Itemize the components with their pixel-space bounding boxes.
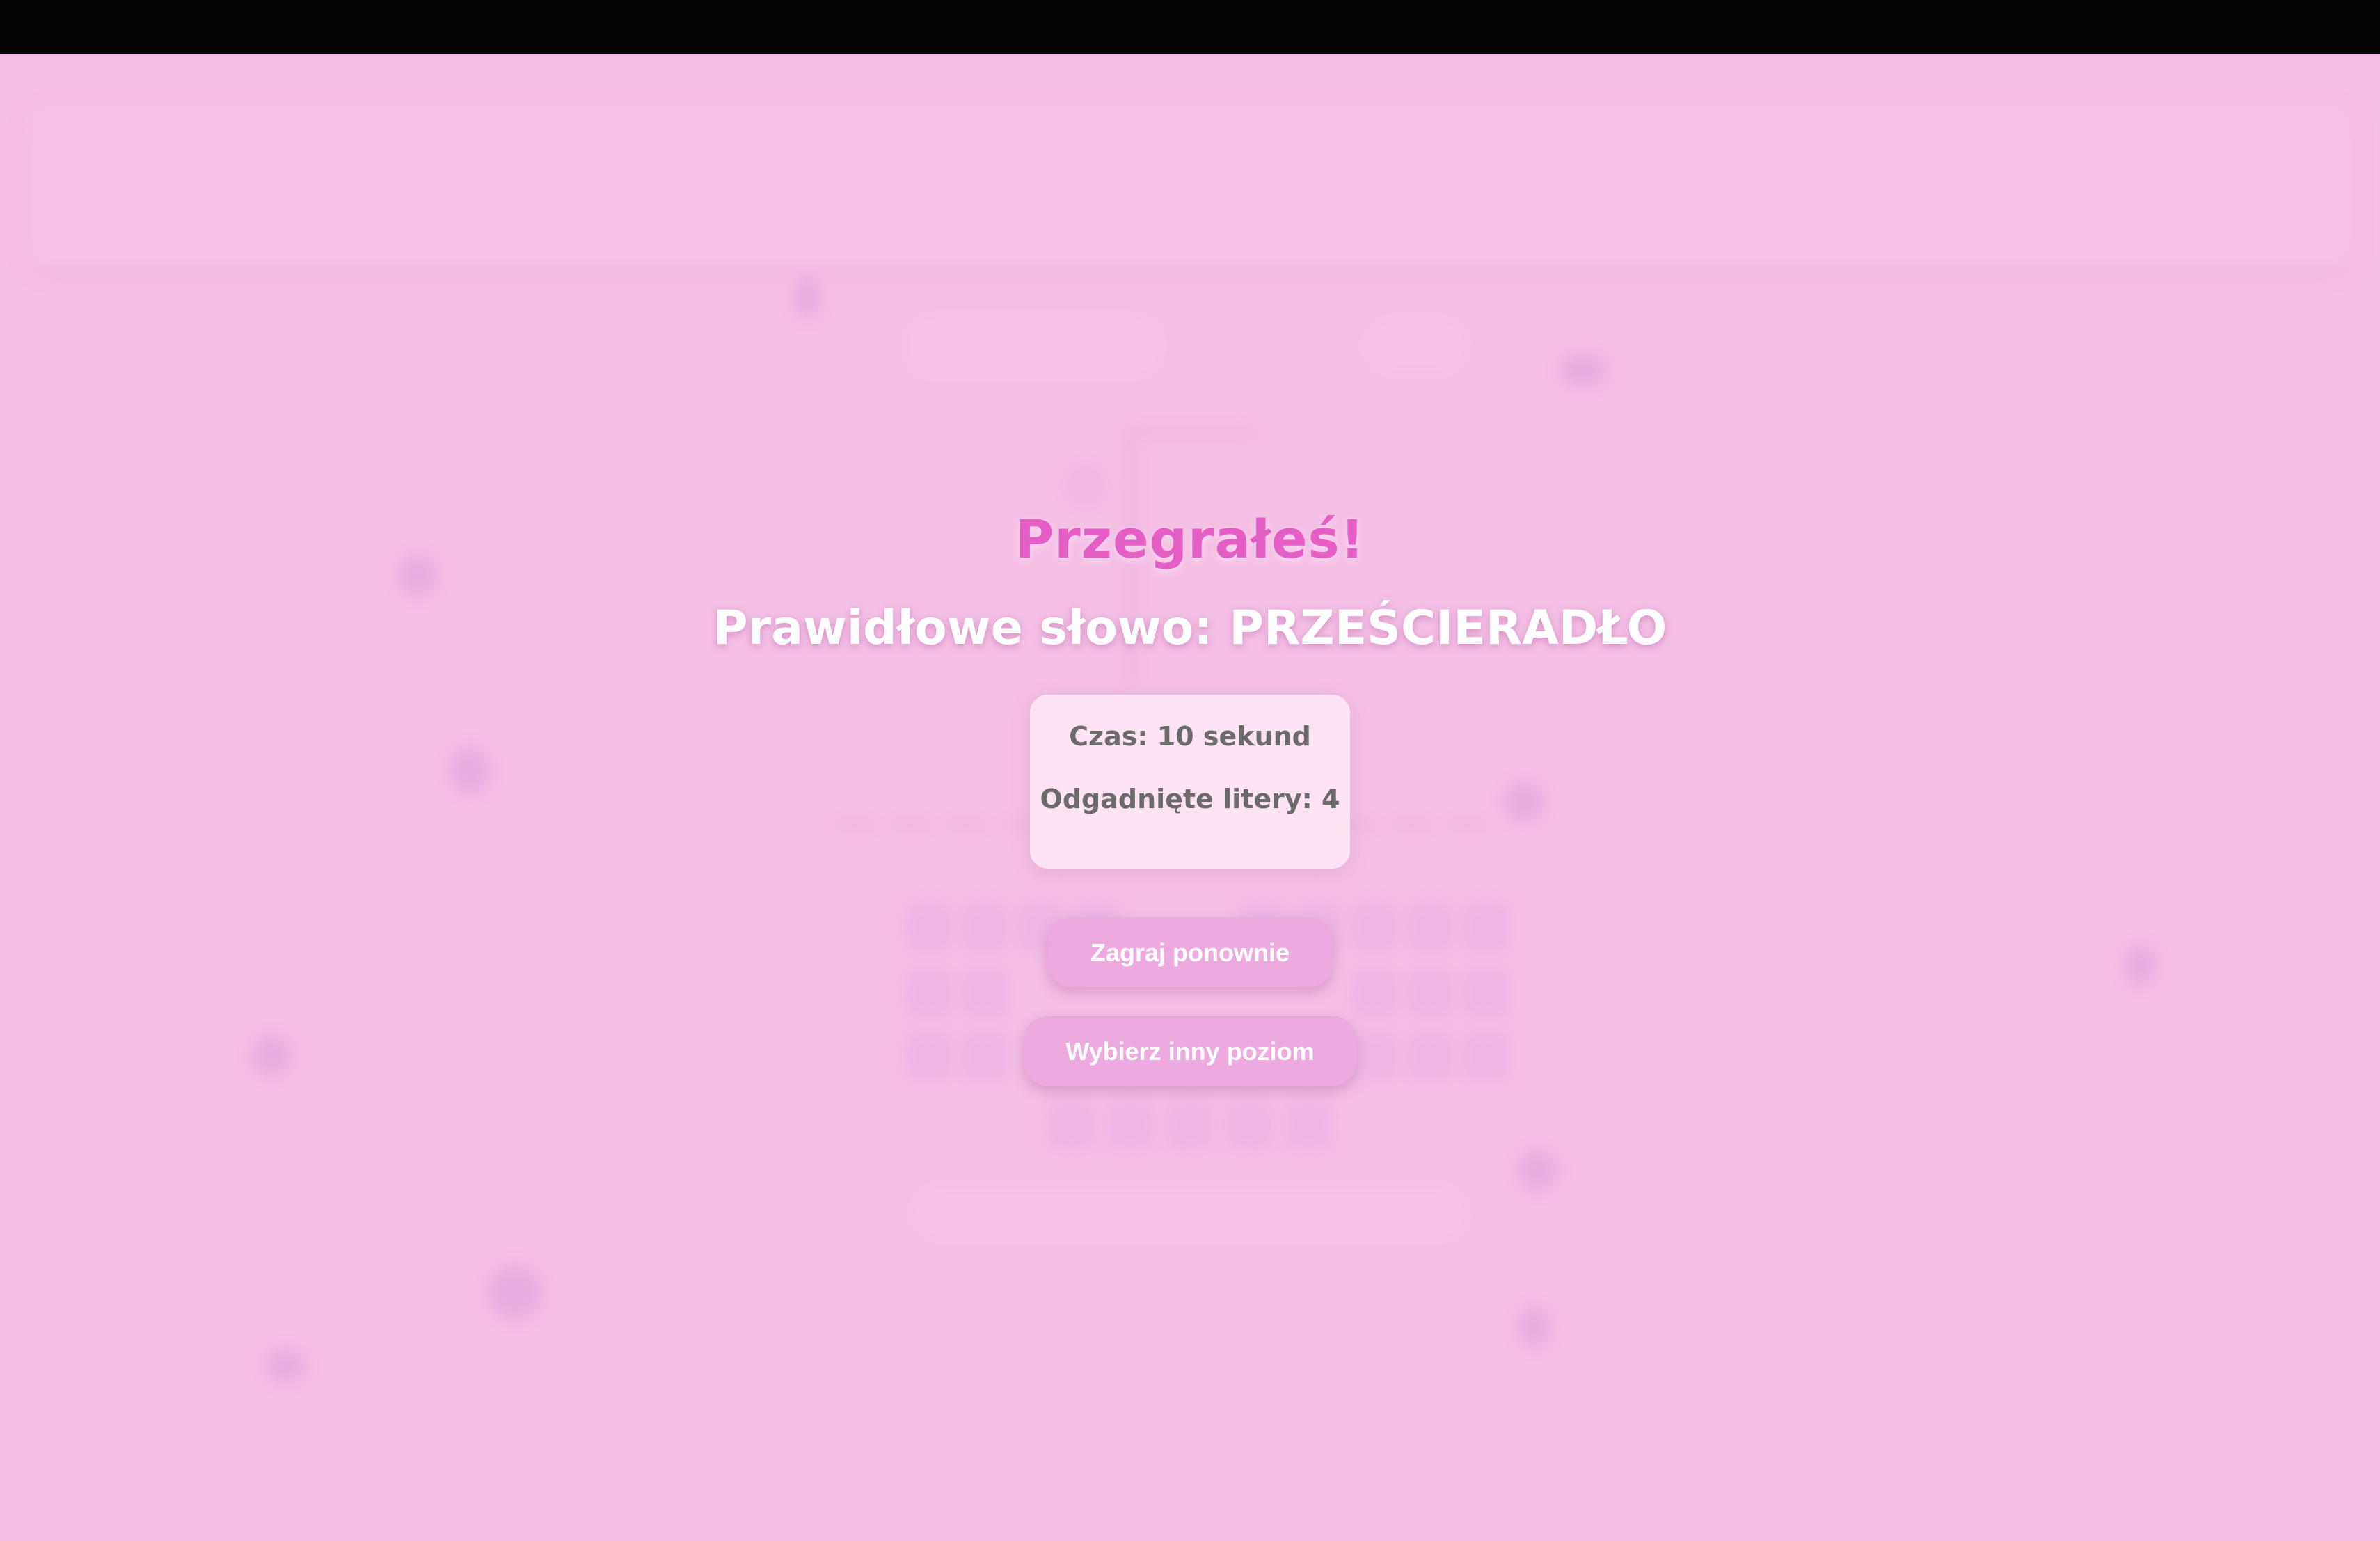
correct-word-label: Prawidłowe słowo: PRZEŚCIERADŁO	[713, 601, 1667, 656]
result-title: Przegrałeś!	[1015, 508, 1365, 570]
choose-level-button[interactable]: Wybierz inny poziom	[1024, 1016, 1356, 1086]
time-stat: Czas: 10 sekund	[1069, 721, 1311, 752]
guessed-letters-stat: Odgadnięte litery: 4	[1040, 784, 1340, 814]
top-bar	[0, 0, 2380, 54]
stats-card: Czas: 10 sekund Odgadnięte litery: 4	[1030, 695, 1350, 869]
game-viewport: Przegrałeś! Prawidłowe słowo: PRZEŚCIERA…	[0, 54, 2380, 1541]
play-again-button[interactable]: Zagraj ponownie	[1047, 917, 1333, 987]
